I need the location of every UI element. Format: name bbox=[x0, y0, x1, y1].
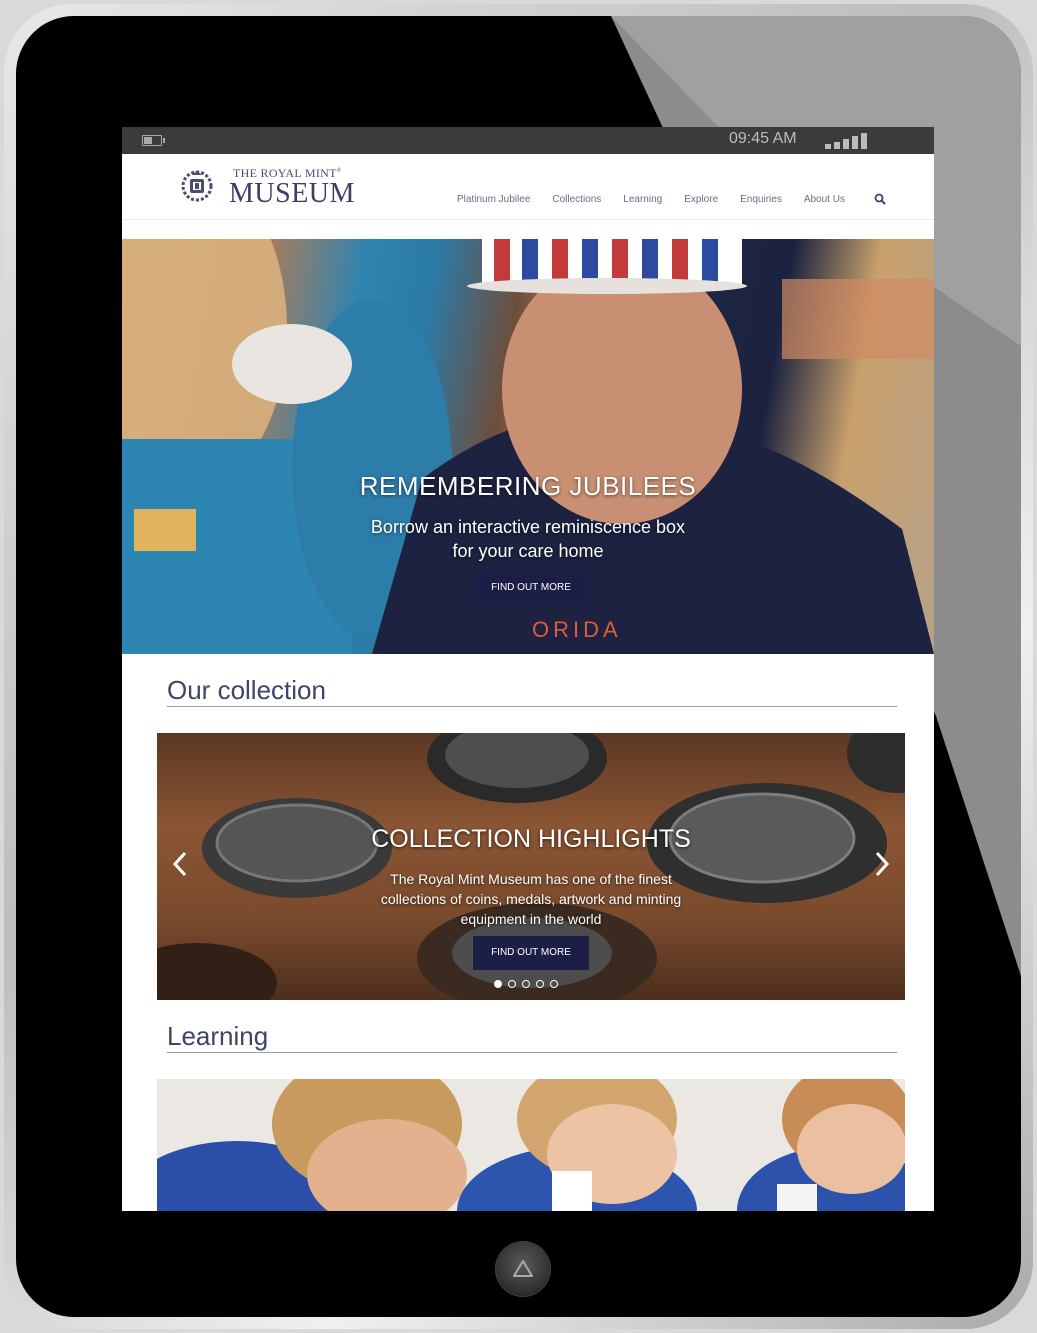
hero-find-out-more-button[interactable]: FIND OUT MORE bbox=[473, 571, 589, 605]
slider-dot[interactable] bbox=[508, 980, 516, 988]
shirt-print-text: ORIDA bbox=[532, 617, 622, 642]
slider-pagination bbox=[494, 980, 558, 988]
nav-item-explore[interactable]: Explore bbox=[684, 194, 718, 205]
learning-slider bbox=[157, 1079, 905, 1211]
crest-icon[interactable] bbox=[178, 166, 216, 204]
hero-banner: REMEMBERING JUBILEES Borrow an interacti… bbox=[122, 239, 934, 654]
signal-icon bbox=[825, 132, 875, 149]
section-divider bbox=[167, 706, 897, 707]
site-header: THE ROYAL MINT® MUSEUM Platinum Jubilee … bbox=[122, 154, 934, 220]
collection-slider: COLLECTION HIGHLIGHTS The Royal Mint Mus… bbox=[157, 733, 905, 1000]
nav-item-learning[interactable]: Learning bbox=[623, 194, 662, 205]
screen: 09:45 AM THE ROYAL MINT® MUSEUM Platinum… bbox=[122, 127, 934, 1211]
slider-dot[interactable] bbox=[522, 980, 530, 988]
slider-dot[interactable] bbox=[494, 980, 502, 988]
children-photo bbox=[157, 1079, 905, 1211]
slider-dot[interactable] bbox=[536, 980, 544, 988]
home-button-icon bbox=[513, 1260, 533, 1277]
nav-item-enquiries[interactable]: Enquiries bbox=[740, 194, 782, 205]
our-collection-heading: Our collection bbox=[167, 675, 326, 705]
hero-subtitle: Borrow an interactive reminiscence box f… bbox=[370, 517, 686, 561]
collection-slide-title: COLLECTION HIGHLIGHTS bbox=[371, 825, 691, 853]
collection-find-out-more-button[interactable]: FIND OUT MORE bbox=[473, 936, 589, 970]
learning-heading: Learning bbox=[167, 1021, 269, 1051]
logo-main-text[interactable]: MUSEUM bbox=[229, 178, 355, 210]
nav-item-collections[interactable]: Collections bbox=[552, 194, 601, 205]
battery-icon bbox=[142, 135, 165, 146]
section-divider bbox=[167, 1052, 897, 1053]
home-button[interactable] bbox=[496, 1242, 550, 1296]
status-bar: 09:45 AM bbox=[122, 127, 934, 154]
slider-dot[interactable] bbox=[550, 980, 558, 988]
nav-item-platinum-jubilee[interactable]: Platinum Jubilee bbox=[457, 194, 530, 205]
collection-slide-text: The Royal Mint Museum has one of the fin… bbox=[380, 871, 682, 927]
nav-item-about-us[interactable]: About Us bbox=[804, 194, 845, 205]
main-nav: Platinum Jubilee Collections Learning Ex… bbox=[457, 194, 845, 205]
status-time: 09:45 AM bbox=[729, 130, 797, 147]
search-icon[interactable] bbox=[874, 193, 886, 205]
hero-title: REMEMBERING JUBILEES bbox=[359, 471, 697, 501]
